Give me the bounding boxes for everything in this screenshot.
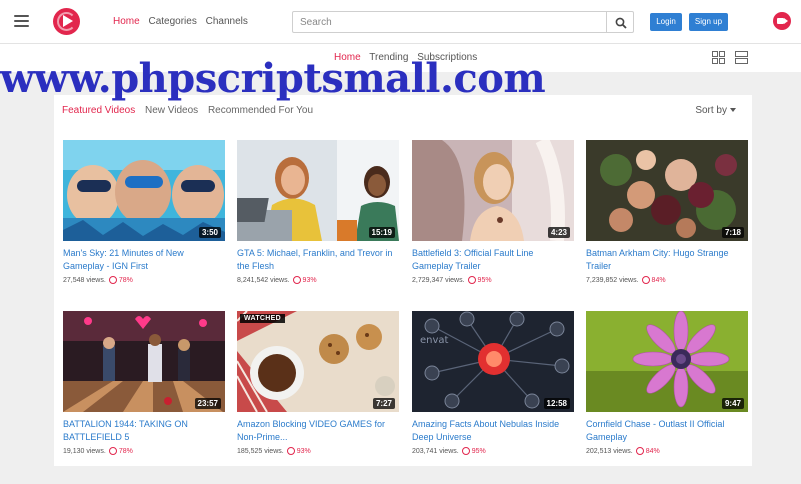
video-title[interactable]: GTA 5: Michael, Franklin, and Trevor in … [237,247,399,273]
video-meta: 7,239,852 views. 84% [586,276,748,284]
video-card: 23:57 BATTALION 1944: TAKING ON BATTLEFI… [63,311,225,455]
video-card: WATCHED 7:27 Amazon Blocking VIDEO GAMES… [237,311,399,455]
video-thumbnail[interactable]: 15:19 [237,140,399,241]
thumbnail-watermark-text: envat [420,335,449,346]
view-count: 7,239,852 views. [586,276,639,284]
rating-percent: 84% [645,447,660,455]
search-input[interactable] [293,12,606,32]
watched-badge: WATCHED [240,314,285,323]
rating-icon [292,276,301,284]
rating-percent: 78% [118,276,133,284]
video-thumbnail[interactable]: WATCHED 7:27 [237,311,399,412]
video-meta: 185,525 views. 93% [237,447,399,455]
search-button[interactable] [606,12,633,32]
rating-percent: 78% [118,447,133,455]
rating-percent: 93% [302,276,317,284]
video-title[interactable]: BATTALION 1944: TAKING ON BATTLEFIELD 5 [63,418,225,444]
upload-video-icon[interactable] [773,12,791,30]
rating-icon [467,276,476,284]
video-title[interactable]: Batman Arkham City: Hugo Strange Trailer [586,247,748,273]
search-icon [615,17,627,29]
video-duration: 15:19 [368,227,395,238]
rating-icon [108,447,117,455]
view-count: 8,241,542 views. [237,276,290,284]
tab-recommended[interactable]: Recommended For You [208,105,313,116]
view-count: 202,513 views. [586,447,633,455]
sort-by-dropdown[interactable]: Sort by [695,105,736,116]
rating-percent: 93% [296,447,311,455]
video-card: 7:18 Batman Arkham City: Hugo Strange Tr… [586,140,748,284]
video-duration: 12:58 [543,398,570,409]
top-nav: Home Categories Channels [113,16,254,27]
rating-percent: 95% [477,276,492,284]
video-duration: 9:47 [721,398,744,409]
video-meta: 2,729,347 views. 95% [412,276,574,284]
nav-channels[interactable]: Channels [206,16,248,27]
video-thumbnail[interactable]: 7:18 [586,140,748,241]
video-duration: 23:57 [194,398,221,409]
list-view-icon[interactable] [735,51,748,64]
video-thumbnail[interactable]: envat 12:58 [412,311,574,412]
video-thumbnail[interactable]: 23:57 [63,311,225,412]
video-title[interactable]: Amazing Facts About Nebulas Inside Deep … [412,418,574,444]
video-thumbnail[interactable]: 3:50 [63,140,225,241]
video-card: 15:19 GTA 5: Michael, Franklin, and Trev… [237,140,399,284]
nav-categories[interactable]: Categories [148,16,196,27]
video-meta: 27,548 views. 78% [63,276,225,284]
tab-new-videos[interactable]: New Videos [145,105,198,116]
video-thumbnail[interactable]: 9:47 [586,311,748,412]
video-duration: 3:50 [198,227,221,238]
logo-icon[interactable] [53,8,80,35]
view-count: 19,130 views. [63,447,106,455]
video-card: 9:47 Cornfield Chase - Outlast II Offici… [586,311,748,455]
video-thumbnail[interactable]: 4:23 [412,140,574,241]
menu-icon[interactable] [14,15,29,27]
rating-icon [108,276,117,284]
video-card: envat 12:58 Amazing Facts About Nebulas … [412,311,574,455]
video-meta: 202,513 views. 84% [586,447,748,455]
rating-icon [461,447,470,455]
video-panel: Featured Videos New Videos Recommended F… [54,95,752,466]
subnav-subscriptions[interactable]: Subscriptions [417,52,477,63]
login-button[interactable]: Login [650,13,682,31]
video-card: 4:23 Battlefield 3: Official Fault Line … [412,140,574,284]
tab-featured-videos[interactable]: Featured Videos [62,105,135,116]
view-count: 27,548 views. [63,276,106,284]
video-duration: 7:27 [372,398,395,409]
view-count: 185,525 views. [237,447,284,455]
subnav-trending[interactable]: Trending [369,52,408,63]
nav-home[interactable]: Home [113,16,140,27]
search-box [292,11,634,33]
view-count: 203,741 views. [412,447,459,455]
grid-view-icon[interactable] [712,51,725,64]
video-tabs: Featured Videos New Videos Recommended F… [62,105,320,116]
video-meta: 19,130 views. 78% [63,447,225,455]
signup-button[interactable]: Sign up [689,13,728,31]
sub-nav: Home Trending Subscriptions [0,44,801,72]
rating-percent: 95% [471,447,486,455]
subnav-home[interactable]: Home [334,52,361,63]
video-title[interactable]: Battlefield 3: Official Fault Line Gamep… [412,247,574,273]
video-title[interactable]: Amazon Blocking VIDEO GAMES for Non-Prim… [237,418,399,444]
video-card: 3:50 Man's Sky: 21 Minutes of New Gamepl… [63,140,225,284]
rating-icon [286,447,295,455]
video-duration: 4:23 [547,227,570,238]
video-meta: 8,241,542 views. 93% [237,276,399,284]
rating-percent: 84% [651,276,666,284]
video-duration: 7:18 [721,227,744,238]
top-bar: Home Categories Channels Login Sign up [0,0,801,44]
rating-icon [635,447,644,455]
video-title[interactable]: Cornfield Chase - Outlast II Official Ga… [586,418,748,444]
video-meta: 203,741 views. 95% [412,447,574,455]
rating-icon [641,276,650,284]
view-count: 2,729,347 views. [412,276,465,284]
video-title[interactable]: Man's Sky: 21 Minutes of New Gameplay - … [63,247,225,273]
